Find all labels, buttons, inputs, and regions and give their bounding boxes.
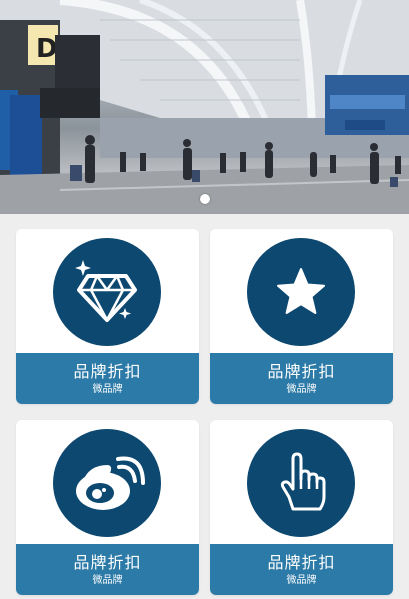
card-label-bar: 品牌折扣 微品牌: [210, 544, 393, 595]
icon-circle: [53, 238, 161, 346]
airport-terminal-photo: D: [0, 0, 409, 214]
icon-circle: [53, 429, 161, 537]
category-card-pointer[interactable]: 品牌折扣 微品牌: [210, 420, 393, 595]
gate-letter: D: [36, 34, 58, 64]
pointer-hand-icon: [280, 452, 326, 511]
card-label-bar: 品牌折扣 微品牌: [16, 353, 199, 404]
category-card-star[interactable]: 品牌折扣 微品牌: [210, 229, 393, 404]
card-label-bar: 品牌折扣 微品牌: [16, 544, 199, 595]
card-subtitle: 微品牌: [286, 575, 317, 586]
category-grid: 品牌折扣 微品牌 品牌折扣 微品牌 品牌折扣 微品牌 品牌折扣 微品牌: [16, 229, 393, 595]
card-subtitle: 微品牌: [92, 384, 123, 395]
category-card-weibo[interactable]: 品牌折扣 微品牌: [16, 420, 199, 595]
icon-circle: [247, 429, 355, 537]
carousel-indicator: [0, 189, 409, 208]
card-subtitle: 微品牌: [286, 384, 317, 395]
banner-carousel[interactable]: D: [0, 0, 409, 214]
diamond-icon: [75, 260, 137, 322]
category-card-diamond[interactable]: 品牌折扣 微品牌: [16, 229, 199, 404]
card-title: 品牌折扣: [73, 362, 142, 381]
carousel-dot-active[interactable]: [199, 194, 210, 204]
icon-circle: [247, 238, 355, 346]
card-subtitle: 微品牌: [92, 575, 123, 586]
weibo-icon: [76, 456, 145, 510]
card-label-bar: 品牌折扣 微品牌: [210, 353, 393, 404]
card-title: 品牌折扣: [73, 553, 142, 572]
card-title: 品牌折扣: [267, 553, 336, 572]
star-icon: [277, 268, 325, 314]
card-title: 品牌折扣: [267, 362, 336, 381]
